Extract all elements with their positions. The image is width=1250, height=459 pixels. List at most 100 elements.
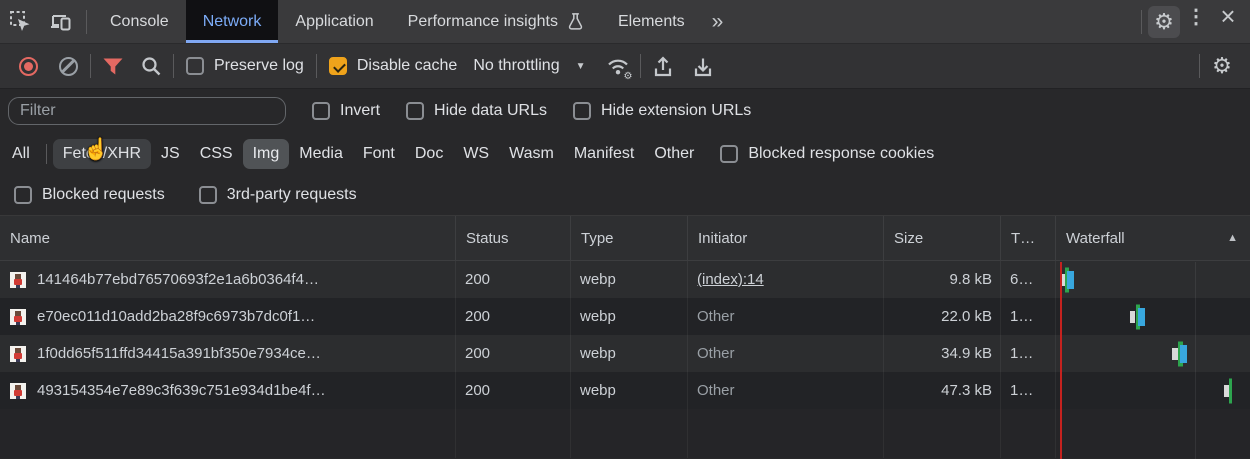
throttling-value: No throttling	[473, 57, 559, 75]
filter-chip-manifest[interactable]: Manifest	[564, 139, 644, 169]
disable-cache-checkbox[interactable]: Disable cache	[329, 57, 458, 75]
table-row[interactable]: 141464b77ebd76570693f2e1a6b0364f4…200web…	[0, 261, 1250, 298]
waterfall-bar-stalled	[1130, 311, 1135, 323]
divider	[90, 54, 91, 78]
cell-status: 200	[455, 335, 570, 372]
filter-chip-img[interactable]: Img	[243, 139, 290, 169]
cell-name[interactable]: 1f0dd65f511ffd34415a391bf350e7934ce…	[0, 335, 455, 372]
blocked-response-cookies-label: Blocked response cookies	[748, 145, 934, 163]
cell-size: 47.3 kB	[883, 372, 1000, 409]
filter-chip-css[interactable]: CSS	[190, 139, 243, 169]
waterfall-bar-download	[1067, 271, 1074, 289]
table-row[interactable]: 493154354e7e89c3f639c751e934d1be4f…200we…	[0, 372, 1250, 409]
image-thumbnail-icon	[10, 309, 26, 325]
import-har-button[interactable]	[647, 50, 679, 82]
clear-icon	[59, 57, 78, 76]
cell-type: webp	[570, 335, 687, 372]
cell-size: 22.0 kB	[883, 298, 1000, 335]
cell-status: 200	[455, 261, 570, 298]
filter-input[interactable]	[8, 97, 286, 125]
cell-waterfall	[1055, 335, 1250, 372]
tab-console[interactable]: Console	[93, 0, 186, 43]
checkbox-unchecked-icon	[14, 186, 32, 204]
filter-chip-ws[interactable]: WS	[453, 139, 499, 169]
divider	[1141, 10, 1142, 34]
cell-name[interactable]: 141464b77ebd76570693f2e1a6b0364f4…	[0, 261, 455, 298]
waterfall-bar-waiting	[1229, 378, 1232, 403]
network-conditions-button[interactable]: ⚙	[602, 50, 634, 82]
initiator-text: Other	[697, 345, 735, 362]
tab-label: Elements	[618, 13, 685, 31]
column-label: Status	[466, 230, 509, 247]
divider	[316, 54, 317, 78]
more-tabs-button[interactable]: »	[702, 0, 736, 43]
initiator-text: Other	[697, 308, 735, 325]
filter-chip-other[interactable]: Other	[644, 139, 704, 169]
close-devtools-button[interactable]: ×	[1212, 0, 1244, 32]
blocked-response-cookies-checkbox[interactable]: Blocked response cookies	[720, 145, 934, 163]
filter-chip-media[interactable]: Media	[289, 139, 353, 169]
column-header-status[interactable]: Status	[455, 216, 570, 260]
network-settings-button[interactable]: ⚙	[1206, 50, 1238, 82]
upload-icon	[652, 56, 674, 77]
hide-extension-urls-checkbox[interactable]: Hide extension URLs	[573, 102, 751, 120]
initiator-link[interactable]: (index):14	[697, 271, 764, 288]
inspect-cursor-icon	[9, 10, 32, 33]
filter-chip-font[interactable]: Font	[353, 139, 405, 169]
column-label: Initiator	[698, 230, 747, 247]
gear-icon: ⚙	[1212, 55, 1232, 77]
image-thumbnail-icon	[10, 346, 26, 362]
filter-chip-wasm[interactable]: Wasm	[499, 139, 564, 169]
main-menu-button[interactable]: ⋮	[1180, 0, 1212, 32]
export-har-button[interactable]	[687, 50, 719, 82]
hide-data-urls-checkbox[interactable]: Hide data URLs	[406, 102, 547, 120]
sort-ascending-icon: ▲	[1227, 232, 1238, 244]
column-header-waterfall[interactable]: Waterfall ▲	[1055, 216, 1250, 260]
settings-button[interactable]: ⚙	[1148, 6, 1180, 38]
blocked-requests-checkbox[interactable]: Blocked requests	[14, 186, 165, 204]
third-party-requests-checkbox[interactable]: 3rd-party requests	[199, 186, 357, 204]
search-button[interactable]	[135, 50, 167, 82]
checkbox-unchecked-icon	[312, 102, 330, 120]
image-thumbnail-icon	[10, 383, 26, 399]
table-row[interactable]: e70ec011d10add2ba28f9c6973b7dc0f1…200web…	[0, 298, 1250, 335]
request-filters-row: Blocked requests 3rd-party requests	[0, 175, 1250, 215]
third-party-requests-label: 3rd-party requests	[227, 186, 357, 204]
tab-elements[interactable]: Elements	[601, 0, 702, 43]
filter-chip-all[interactable]: All	[2, 139, 40, 169]
cell-time: 1…	[1000, 298, 1055, 335]
checkbox-unchecked-icon	[406, 102, 424, 120]
column-header-time[interactable]: T…	[1000, 216, 1055, 260]
throttling-select[interactable]: No throttling ▼	[473, 57, 585, 75]
tab-network[interactable]: Network	[186, 0, 279, 43]
device-toolbar-button[interactable]	[40, 0, 80, 43]
preserve-log-checkbox[interactable]: Preserve log	[186, 57, 304, 75]
column-header-type[interactable]: Type	[570, 216, 687, 260]
cell-status: 200	[455, 372, 570, 409]
filter-chip-fetch-xhr[interactable]: Fetch/XHR	[53, 139, 151, 169]
tab-application[interactable]: Application	[278, 0, 390, 43]
filter-chip-js[interactable]: JS	[151, 139, 190, 169]
column-header-name[interactable]: Name	[0, 216, 455, 260]
filter-row: Invert Hide data URLs Hide extension URL…	[0, 89, 1250, 133]
invert-checkbox[interactable]: Invert	[312, 102, 380, 120]
filter-chip-doc[interactable]: Doc	[405, 139, 453, 169]
waterfall-bar-download	[1138, 308, 1145, 326]
record-network-log-button[interactable]	[12, 50, 44, 82]
tab-performance-insights[interactable]: Performance insights	[391, 0, 601, 43]
cell-size: 34.9 kB	[883, 335, 1000, 372]
checkbox-unchecked-icon	[199, 186, 217, 204]
table-empty-area	[0, 409, 1250, 458]
column-header-initiator[interactable]: Initiator	[687, 216, 883, 260]
cell-name[interactable]: 493154354e7e89c3f639c751e934d1be4f…	[0, 372, 455, 409]
checkbox-unchecked-icon	[186, 57, 204, 75]
filter-toggle-button[interactable]	[97, 50, 129, 82]
cell-type: webp	[570, 372, 687, 409]
clear-network-log-button[interactable]	[52, 50, 84, 82]
network-toolbar: Preserve log Disable cache No throttling…	[0, 44, 1250, 89]
table-row[interactable]: 1f0dd65f511ffd34415a391bf350e7934ce…200w…	[0, 335, 1250, 372]
cell-size: 9.8 kB	[883, 261, 1000, 298]
inspect-element-button[interactable]	[0, 0, 40, 43]
cell-name[interactable]: e70ec011d10add2ba28f9c6973b7dc0f1…	[0, 298, 455, 335]
column-header-size[interactable]: Size	[883, 216, 1000, 260]
